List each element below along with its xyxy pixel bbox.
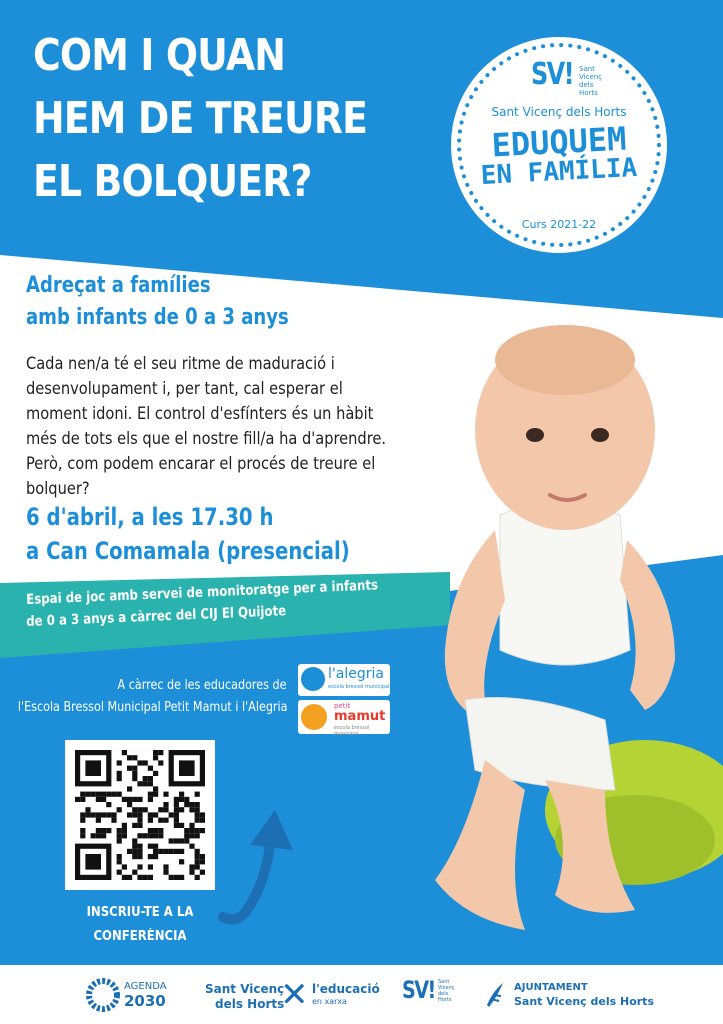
audience-line-2: amb infants de 0 a 3 anys [26, 305, 289, 330]
badge-logo: SV! [531, 57, 575, 92]
educators-line-1: A càrrec de les educadores de [117, 678, 287, 693]
educacio-left-2: dels Horts [215, 997, 285, 1011]
educacio-x-icon: ✕ [280, 975, 309, 1015]
badge-town: Sant Vicenç dels Horts [491, 105, 627, 119]
page-title-line-1: COM I QUAN [33, 30, 286, 81]
baby-on-potty-illustration [435, 325, 723, 930]
event-date-time: 6 d'abril, a les 17.30 h [26, 503, 274, 531]
educacio-left-1: Sant Vicenç [205, 982, 285, 996]
ajuntament-emblem-icon [487, 983, 503, 1007]
badge-logo-side: Sant Vicenç dels Horts [579, 65, 603, 97]
mamut-sub: escola bressol municipal [334, 725, 370, 737]
educacio-right-2: en xarxa [312, 997, 347, 1006]
curved-arrow-icon [218, 810, 293, 925]
badge-course: Curs 2021-22 [521, 218, 597, 231]
audience-line-1: Adreçat a famílies [26, 273, 211, 298]
ajuntament-line-1: AJUNTAMENT [514, 982, 588, 993]
mamut-icon [301, 704, 327, 730]
registration-qr-code[interactable] [65, 740, 215, 890]
signup-line-1: INSCRIU-TE A LA [86, 905, 194, 920]
page-title-line-2: HEM DE TREURE [33, 93, 368, 144]
educators-line-2: l'Escola Bressol Municipal Petit Mamut i… [17, 700, 287, 715]
alegria-icon [301, 667, 325, 691]
footer: AGENDA 2030 Sant Vicenç dels Horts ✕ l'e… [0, 965, 723, 1024]
ajuntament-line-2: Sant Vicenç dels Horts [514, 995, 654, 1008]
agenda-line-2: 2030 [124, 992, 166, 1010]
educacio-right-1: l'educació [312, 982, 380, 996]
svh-footer-side: Sant Vicenç dels Horts [438, 979, 455, 1003]
qr-code-graphic [75, 750, 205, 880]
agenda-line-1: AGENDA [124, 981, 167, 992]
program-badge: SV! Sant Vicenç dels Horts Sant Vicenç d… [449, 35, 669, 255]
alegria-name: l'alegria [328, 666, 384, 682]
svh-footer-logo: SV! [402, 976, 436, 1004]
event-place: a Can Comamala (presencial) [26, 537, 350, 565]
alegria-sub: escola bressol municipal [328, 684, 390, 690]
description: Cada nen/a té el seu ritme de maduració … [26, 354, 387, 499]
signup-line-2: CONFERÈNCIA [93, 929, 187, 944]
page-title-line-3: EL BOLQUER? [33, 156, 312, 207]
poster: COM I QUAN HEM DE TREURE EL BOLQUER? SV!… [0, 0, 723, 1024]
petit-mamut-logo: petit mamut escola bressol municipal [298, 700, 390, 737]
alegria-logo: l'alegria escola bressol municipal [298, 664, 390, 696]
mamut-name: mamut [334, 709, 386, 724]
agenda-2030-icon [86, 978, 120, 1012]
